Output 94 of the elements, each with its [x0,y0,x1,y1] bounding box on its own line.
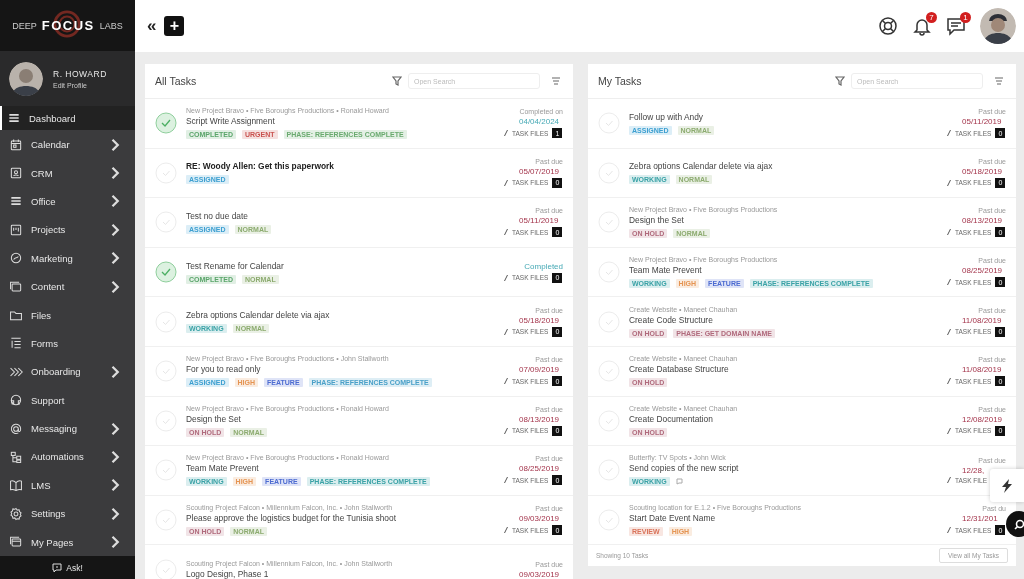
complete-checkbox[interactable] [155,112,177,135]
swirl-icon [9,251,23,266]
task-title[interactable]: Logo Design, Phase 1 [186,569,510,579]
task-title[interactable]: Team Mate Prevent [186,463,494,474]
task-title[interactable]: For you to read only [186,364,494,375]
due-date: 08/25/2019 [519,464,561,474]
task-title[interactable]: Follow up with Andy [629,111,937,122]
windows-icon [9,535,23,550]
task-title[interactable]: Script Write Assignment [186,116,494,127]
task-title[interactable]: Zebra options Calendar delete via ajax [629,161,937,172]
settings-icon [9,506,23,521]
contact-card-icon [9,166,23,181]
task-title[interactable]: Test no due date [186,211,494,221]
board-icon [9,222,23,237]
task-title[interactable]: Design the Set [186,413,494,424]
logo-text: DEEP [12,20,37,31]
due-date: 05/11/2019 [962,117,1003,127]
list-icon [9,336,23,351]
headset-icon [9,393,23,408]
panel-title: My Tasks [598,75,643,87]
sidebar-item[interactable]: Support [0,386,135,415]
filter-icon[interactable] [392,76,402,86]
sidebar-item[interactable]: Office [0,187,135,216]
at-sign-icon [9,421,23,436]
task-title[interactable]: Send copies of the new script [629,463,937,474]
due-date: 12/28, [962,465,986,475]
sidebar-item[interactable]: Messaging [0,414,135,443]
layers-icon [9,279,23,294]
due-date: 05/18/2019 [962,166,1004,176]
sidebar-item[interactable]: Automations [0,442,135,472]
due-status: Completed [524,261,563,271]
sidebar-item[interactable]: Settings [0,499,135,528]
task-title[interactable]: Start Date Event Name [629,513,937,524]
sidebar-item[interactable]: My Pages [0,527,135,557]
task-title[interactable]: Team Mate Prevent [629,265,937,276]
task-title[interactable]: Design the Set [629,215,937,226]
calendar-icon [9,137,23,152]
due-date: 05/18/2019 [519,315,561,325]
sidebar-item[interactable]: Files [0,300,135,330]
sidebar-item[interactable]: Content [0,272,135,301]
task-title[interactable]: Create Documentation [629,413,937,424]
lifebuoy-icon[interactable] [878,16,898,36]
ask-button[interactable]: Ask! [0,556,135,579]
quick-actions-button[interactable] [990,469,1024,502]
comment-icon[interactable] [675,478,683,486]
task-title[interactable]: Please approve the logistics budget for the Tunisia shoot [186,513,494,524]
task-title[interactable]: Test Rename for Calendar [186,260,494,271]
sidebar-item[interactable]: Dashboard [0,106,135,131]
task-title[interactable]: Create Database Structure [629,364,937,375]
task-title[interactable]: Create Code Structure [629,314,937,325]
due-date: 04/04/2024 [519,117,561,127]
sidebar-item[interactable]: Forms [0,329,135,358]
due-date: 08/13/2019 [962,216,1004,226]
add-button[interactable]: + [164,16,185,36]
due-date: 09/03/2019 [519,569,561,579]
chat-icon[interactable] [946,16,966,36]
logo-text: LABS [99,20,123,31]
help-icon [52,562,63,573]
bell-icon[interactable] [912,16,932,36]
due-date: 05/07/2019 [519,166,561,176]
sidebar-item[interactable]: Onboarding [0,357,135,386]
sidebar-item[interactable]: Projects [0,215,135,245]
avatar[interactable] [980,8,1016,44]
complete-checkbox[interactable] [155,261,177,284]
book-icon [9,478,23,493]
sidebar-item[interactable]: Calendar [0,130,135,159]
search-icon [1013,518,1024,530]
filter-icon[interactable] [835,76,845,86]
user-name: R. HOWARD [53,68,107,79]
task-title[interactable]: Zebra options Calendar delete via ajax [186,310,494,321]
sort-icon[interactable] [994,76,1004,86]
due-date: 11/08/2019 [962,315,1003,325]
due-date: 12/31/201 [962,514,999,524]
message-badge: 1 [960,12,971,23]
due-date: 09/03/2019 [519,514,561,524]
sidebar-item[interactable]: LMS [0,471,135,500]
due-date: 12/08/2019 [962,414,1004,424]
due-date: 08/13/2019 [519,414,561,424]
lightning-icon [1001,478,1013,493]
logo-wordmark: FOCUS [41,18,95,34]
panel-title: All Tasks [155,75,198,87]
due-date: 07/09/2019 [519,365,561,375]
folder-icon [9,308,23,322]
task-title[interactable]: RE: Woody Allen: Get this paperwork [186,161,494,172]
sidebar-item[interactable]: CRM [0,158,135,188]
sidebar-item[interactable]: Marketing [0,244,135,273]
avatar[interactable] [9,61,43,96]
sort-icon[interactable] [551,76,561,86]
notification-badge: 7 [926,12,937,23]
hierarchy-icon [9,449,23,464]
due-date: 11/08/2019 [962,365,1003,375]
due-date: 08/25/2019 [962,266,1004,276]
collapse-sidebar-button[interactable]: « [147,16,157,36]
due-date: 05/11/2019 [519,216,560,226]
